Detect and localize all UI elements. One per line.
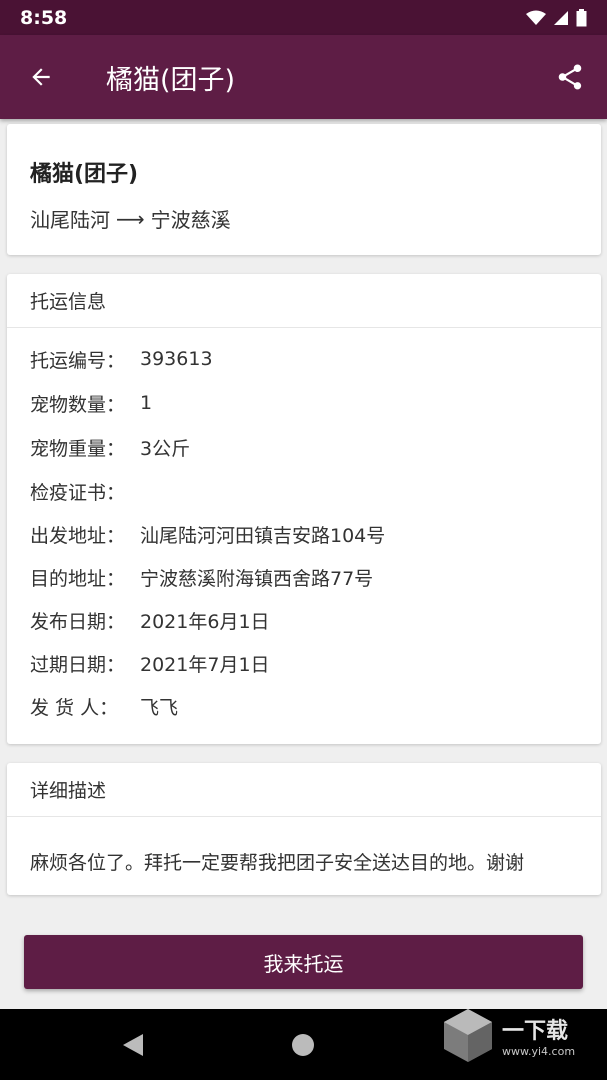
watermark-url: www.yi4.com: [502, 1044, 576, 1058]
route-from: 汕尾陆河: [30, 208, 110, 232]
shipping-info-card: 托运信息 托运编号： 393613 宠物数量： 1 宠物重量： 3公斤 检疫证书…: [7, 274, 601, 744]
info-row-weight: 宠物重量： 3公斤: [30, 432, 190, 462]
info-value: 2021年6月1日: [140, 610, 270, 633]
watermark-text-group: 一下载 www.yi4.com: [502, 1013, 575, 1058]
info-label: 发 货 人：: [30, 696, 119, 719]
status-time: 8:58: [20, 6, 68, 29]
signal-icon: [554, 10, 568, 25]
watermark-brand: 一下载: [502, 1018, 569, 1044]
status-icons: [526, 8, 587, 27]
description-text: 麻烦各位了。拜托一定要帮我把团子安全送达目的地。谢谢: [30, 852, 525, 874]
info-row-sender: 发 货 人： 飞飞: [30, 691, 178, 721]
watermark-logo-icon: [444, 1009, 492, 1062]
wifi-icon: [526, 10, 546, 25]
nav-home-icon[interactable]: [292, 1034, 314, 1056]
nav-back-icon[interactable]: [121, 1032, 145, 1058]
info-value: 汕尾陆河河田镇吉安路104号: [140, 524, 386, 547]
info-row-destination: 目的地址： 宁波慈溪附海镇西舍路77号: [30, 562, 373, 592]
description-heading: 详细描述: [7, 763, 601, 817]
info-label: 检疫证书：: [30, 481, 126, 504]
info-row-count: 宠物数量： 1: [30, 388, 152, 418]
description-card: 详细描述 麻烦各位了。拜托一定要帮我把团子安全送达目的地。谢谢: [7, 763, 601, 895]
info-row-publish-date: 发布日期： 2021年6月1日: [30, 605, 270, 635]
info-row-certificate: 检疫证书：: [30, 476, 140, 506]
info-value: 飞飞: [140, 696, 179, 719]
info-row-origin: 出发地址： 汕尾陆河河田镇吉安路104号: [30, 519, 385, 549]
app-bar: 橘猫(团子): [0, 35, 607, 119]
share-button[interactable]: [533, 35, 607, 119]
info-value: 393613: [140, 348, 213, 370]
info-label: 宠物重量：: [30, 437, 126, 460]
info-label: 出发地址：: [30, 524, 126, 547]
info-value: 3公斤: [140, 437, 191, 460]
info-value: 1: [140, 392, 153, 414]
info-label: 托运编号：: [30, 349, 126, 372]
info-label: 宠物数量：: [30, 393, 126, 416]
route: 汕尾陆河 ⟶ 宁波慈溪: [30, 204, 231, 233]
route-arrow-icon: ⟶: [116, 206, 145, 231]
battery-icon: [576, 8, 587, 26]
info-value: 2021年7月1日: [140, 653, 270, 676]
back-button[interactable]: [0, 35, 82, 119]
summary-card: 橘猫(团子) 汕尾陆河 ⟶ 宁波慈溪: [7, 124, 601, 255]
info-row-id: 托运编号： 393613: [30, 344, 213, 374]
pet-name: 橘猫(团子): [30, 162, 139, 187]
info-label: 过期日期：: [30, 653, 126, 676]
info-label: 目的地址：: [30, 567, 126, 590]
shipping-info-heading: 托运信息: [7, 274, 601, 328]
watermark: 一下载 www.yi4.com: [442, 1007, 575, 1063]
share-icon: [558, 64, 582, 90]
info-value: 宁波慈溪附海镇西舍路77号: [140, 567, 374, 590]
consign-button[interactable]: 我来托运: [24, 935, 583, 989]
info-row-expire-date: 过期日期： 2021年7月1日: [30, 648, 270, 678]
info-label: 发布日期：: [30, 610, 126, 633]
arrow-back-icon: [32, 68, 50, 86]
status-bar: 8:58: [0, 0, 607, 35]
route-to: 宁波慈溪: [150, 208, 231, 232]
app-title: 橘猫(团子): [106, 64, 236, 96]
